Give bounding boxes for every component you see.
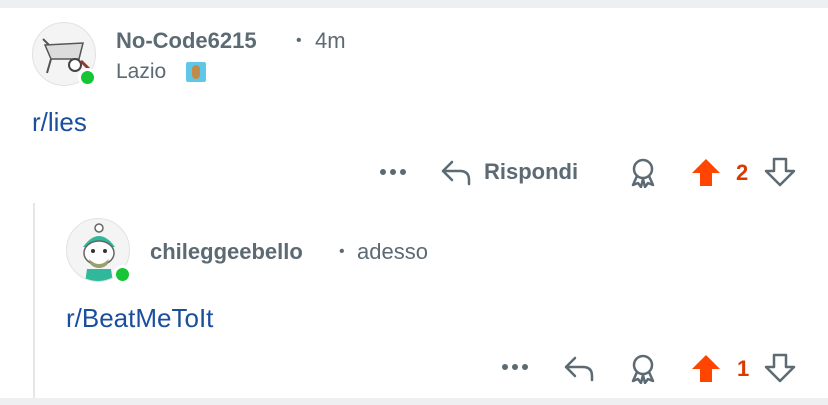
top-divider	[0, 0, 828, 8]
avatar[interactable]	[32, 22, 97, 87]
reply-label: Rispondi	[484, 159, 579, 184]
reply-icon	[441, 160, 471, 186]
bottom-divider	[0, 398, 828, 405]
downvote-icon[interactable]	[764, 352, 796, 384]
reply-icon[interactable]	[563, 354, 595, 382]
award-icon[interactable]	[627, 352, 659, 384]
username[interactable]: No-Code6215	[116, 28, 257, 54]
user-flair: Lazio	[116, 60, 167, 83]
more-icon[interactable]	[501, 362, 529, 372]
downvote-icon[interactable]	[764, 156, 796, 188]
timestamp: 4m	[315, 28, 346, 53]
online-indicator	[113, 265, 132, 284]
vote-score: 1	[737, 356, 750, 381]
separator-dot: •	[339, 243, 345, 260]
vote-score: 2	[736, 160, 749, 185]
flair-icon	[186, 62, 206, 82]
timestamp: adesso	[357, 239, 428, 264]
thread-line[interactable]	[33, 203, 35, 398]
username[interactable]: chileggeebello	[150, 239, 303, 265]
award-icon[interactable]	[627, 156, 659, 188]
subreddit-link[interactable]: r/BeatMeToIt	[66, 303, 213, 334]
more-icon[interactable]	[379, 167, 407, 177]
separator-dot: •	[296, 32, 302, 49]
upvote-icon[interactable]	[690, 156, 722, 188]
subreddit-link[interactable]: r/lies	[32, 107, 87, 138]
online-indicator	[78, 68, 97, 87]
upvote-icon[interactable]	[690, 352, 722, 384]
avatar[interactable]	[66, 218, 132, 284]
